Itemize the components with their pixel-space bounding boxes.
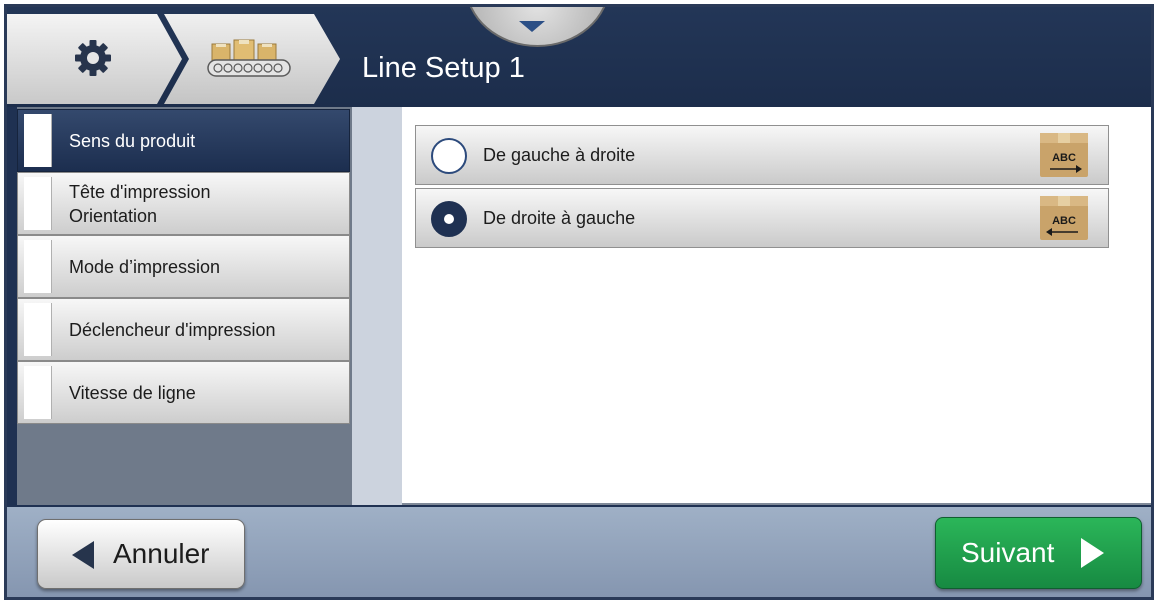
- arrow-right-icon: [1081, 538, 1104, 568]
- option-left-to-right[interactable]: De gauche à droite ABC: [415, 125, 1109, 185]
- menu-marker: [24, 303, 52, 356]
- sidebar-item-line-speed[interactable]: Vitesse de ligne: [17, 361, 350, 424]
- gear-icon: [75, 40, 111, 76]
- next-button-label: Suivant: [961, 537, 1055, 568]
- next-button[interactable]: Suivant: [935, 517, 1142, 589]
- menu-marker: [24, 366, 52, 419]
- sidebar-item-printhead-orientation[interactable]: Tête d'impression Orientation: [17, 172, 350, 235]
- svg-text:ABC: ABC: [1052, 152, 1076, 164]
- settings-tab[interactable]: [7, 14, 182, 104]
- sidebar-item-label: Déclencheur d'impression: [69, 319, 276, 340]
- sidebar-item-label: Mode d’impression: [69, 256, 221, 277]
- box-arrow-right-icon: ABC: [1040, 133, 1088, 177]
- menu-marker: [24, 177, 52, 230]
- option-right-to-left[interactable]: De droite à gauche ABC: [415, 188, 1109, 248]
- sidebar-item-print-trigger[interactable]: Déclencheur d'impression: [17, 298, 350, 361]
- cancel-button-label: Annuler: [113, 538, 210, 569]
- option-label: De droite à gauche: [483, 207, 636, 228]
- cancel-button[interactable]: Annuler: [37, 519, 245, 589]
- option-label: De gauche à droite: [483, 144, 636, 165]
- radio-button[interactable]: [431, 138, 467, 174]
- app-window: Line Setup 1 Sens du produit Tête d'impr…: [4, 4, 1154, 600]
- chevron-down-icon: [519, 21, 545, 32]
- page-title: Line Setup 1: [362, 52, 525, 84]
- footer-bar: Annuler Suivant: [7, 507, 1151, 597]
- menu-marker: [24, 114, 52, 167]
- arrow-left-icon: [72, 541, 94, 569]
- sidebar-item-label: Sens du produit: [69, 130, 196, 151]
- sidebar-item-label: Vitesse de ligne: [69, 382, 196, 403]
- svg-text:ABC: ABC: [1052, 215, 1076, 227]
- menu-marker: [24, 240, 52, 293]
- radio-dot: [444, 214, 454, 224]
- sidebar-item-product-direction[interactable]: Sens du produit: [17, 109, 350, 172]
- sidebar-item-print-mode[interactable]: Mode d’impression: [17, 235, 350, 298]
- radio-button-selected[interactable]: [431, 201, 467, 237]
- sidebar: Sens du produit Tête d'impression Orient…: [17, 107, 352, 505]
- panel-divider: [352, 107, 402, 505]
- conveyor-icon: [207, 39, 291, 77]
- options-panel: De gauche à droite ABC De droite à gauch…: [402, 107, 1151, 505]
- line-setup-tab[interactable]: [164, 14, 340, 104]
- sidebar-item-label: Tête d'impression Orientation: [69, 181, 211, 226]
- box-arrow-left-icon: ABC: [1040, 196, 1088, 240]
